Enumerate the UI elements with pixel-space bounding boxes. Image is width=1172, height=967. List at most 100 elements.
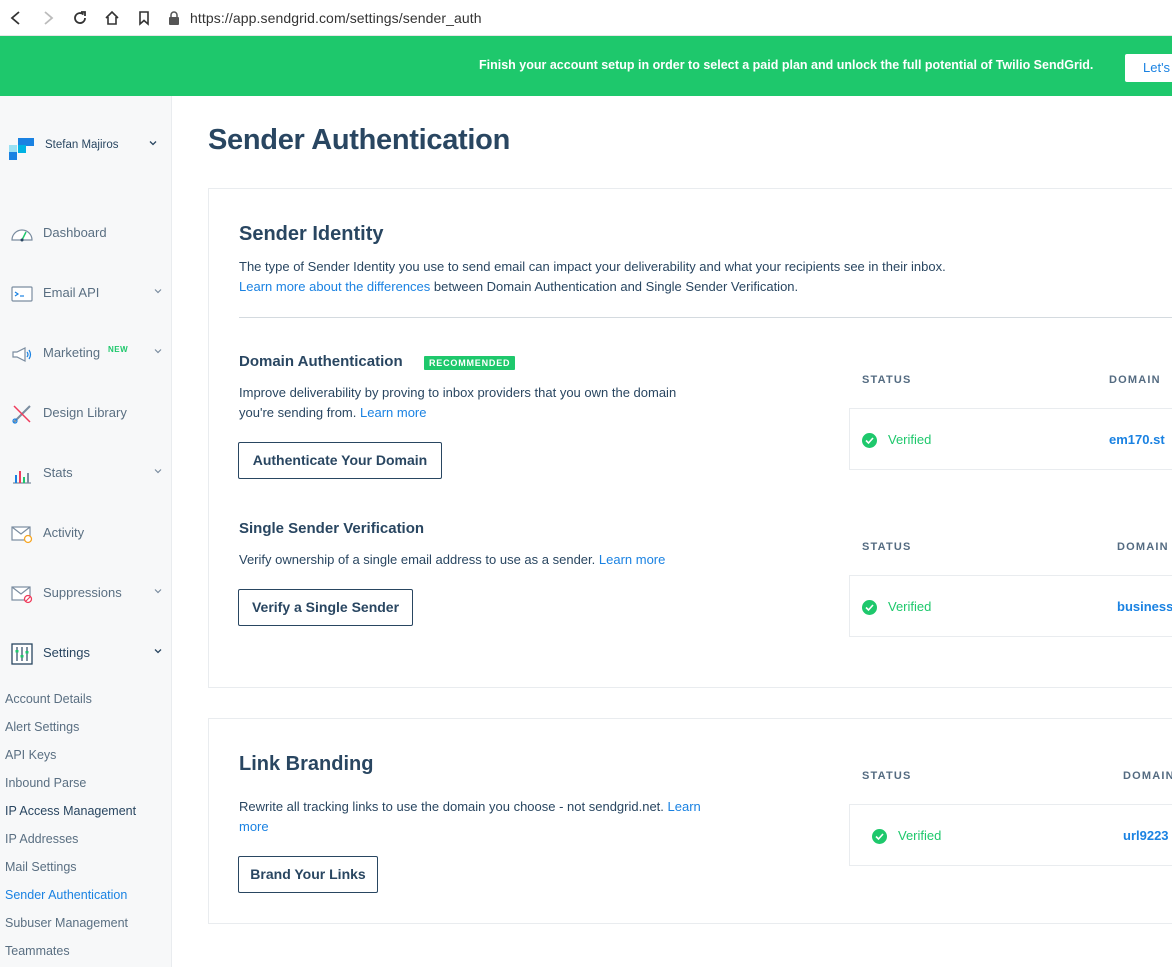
new-badge: NEW bbox=[108, 345, 129, 354]
settings-sub-mail-settings[interactable]: Mail Settings bbox=[5, 860, 77, 874]
sidebar-item-dashboard[interactable]: Dashboard bbox=[0, 214, 172, 254]
sidebar-item-label: Stats bbox=[43, 465, 73, 480]
link-branding-domain-link[interactable]: url9223 bbox=[1123, 828, 1169, 843]
status-column-header: STATUS bbox=[862, 770, 912, 782]
settings-sub-account-details[interactable]: Account Details bbox=[5, 692, 92, 706]
single-sender-description: Verify ownership of a single email addre… bbox=[239, 552, 596, 567]
settings-sub-sender-authentication[interactable]: Sender Authentication bbox=[5, 888, 127, 902]
home-button[interactable] bbox=[96, 0, 128, 36]
link-branding-more-link[interactable]: more bbox=[239, 819, 269, 834]
single-sender-title: Single Sender Verification bbox=[239, 520, 425, 537]
settings-sub-ip-addresses[interactable]: IP Addresses bbox=[5, 832, 78, 846]
chevron-down-icon bbox=[154, 589, 162, 594]
account-name: Stefan Majiros bbox=[45, 139, 119, 151]
lock-icon bbox=[169, 10, 179, 25]
banner-cta-button[interactable]: Let's bbox=[1125, 54, 1172, 82]
account-switcher[interactable]: Stefan Majiros bbox=[0, 96, 172, 196]
domain-auth-status: Verified bbox=[888, 432, 932, 447]
authenticate-domain-button[interactable]: Authenticate Your Domain bbox=[238, 442, 442, 479]
section-divider bbox=[239, 317, 1172, 318]
browser-toolbar: https://app.sendgrid.com/settings/sender… bbox=[0, 0, 1172, 36]
link-branding-learn-link[interactable]: Learn bbox=[668, 799, 701, 814]
settings-sub-subuser-management[interactable]: Subuser Management bbox=[5, 916, 128, 930]
link-branding-description-1: Rewrite all tracking links to use the do… bbox=[239, 797, 701, 817]
url-text: https://app.sendgrid.com/settings/sender… bbox=[190, 9, 482, 26]
settings-sub-alert-settings[interactable]: Alert Settings bbox=[5, 720, 79, 734]
status-column-header: STATUS bbox=[862, 541, 912, 553]
settings-sub-teammates[interactable]: Teammates bbox=[5, 944, 70, 958]
reload-icon bbox=[74, 10, 86, 24]
check-circle-icon bbox=[862, 433, 877, 448]
learn-more-suffix: between Domain Authentication and Single… bbox=[430, 279, 799, 294]
bookmark-button[interactable] bbox=[128, 0, 160, 36]
sidebar-item-email-api[interactable]: Email API bbox=[0, 274, 172, 314]
sidebar-item-label: Settings bbox=[43, 645, 90, 660]
design-library-icon bbox=[12, 405, 31, 424]
check-circle-icon bbox=[872, 829, 887, 844]
page-title: Sender Authentication bbox=[208, 124, 510, 156]
brand-your-links-button[interactable]: Brand Your Links bbox=[238, 856, 378, 893]
sidebar-item-settings[interactable]: Settings bbox=[0, 634, 172, 674]
recommended-badge: RECOMMENDED bbox=[424, 356, 516, 370]
bookmark-icon bbox=[139, 10, 149, 26]
single-sender-description-line: Verify ownership of a single email addre… bbox=[239, 550, 665, 570]
domain-auth-domain-link[interactable]: em170.st bbox=[1109, 432, 1165, 447]
link-branding-description-2: more bbox=[239, 817, 269, 837]
sidebar-item-label: Suppressions bbox=[43, 585, 122, 600]
chevron-down-icon bbox=[154, 349, 162, 354]
domain-column-header: DOMAIN bbox=[1117, 541, 1169, 553]
link-branding-status: Verified bbox=[898, 828, 942, 843]
sidebar-item-marketing[interactable]: Marketing NEW bbox=[0, 334, 172, 374]
sidebar-item-label: Activity bbox=[43, 525, 85, 540]
single-sender-learn-more-link[interactable]: Learn more bbox=[599, 552, 665, 567]
sidebar: Stefan Majiros Dashboard Email API Marke… bbox=[0, 96, 172, 967]
sidebar-item-design-library[interactable]: Design Library bbox=[0, 394, 172, 434]
stats-chart-icon bbox=[13, 471, 31, 484]
check-circle-icon bbox=[862, 600, 877, 615]
sender-identity-learn-line: Learn more about the differences between… bbox=[239, 277, 798, 297]
sidebar-item-label: Email API bbox=[43, 285, 100, 300]
chevron-down-icon bbox=[154, 469, 162, 474]
link-branding-description: Rewrite all tracking links to use the do… bbox=[239, 799, 664, 814]
back-arrow-icon bbox=[10, 10, 20, 25]
sidebar-item-label: Marketing bbox=[43, 345, 101, 360]
sendgrid-logo-icon bbox=[9, 138, 35, 160]
forward-arrow-icon bbox=[44, 10, 54, 25]
domain-column-header: DOMAIN bbox=[1109, 374, 1161, 386]
sidebar-item-suppressions[interactable]: Suppressions bbox=[0, 574, 172, 614]
single-sender-domain-link[interactable]: business bbox=[1117, 599, 1172, 614]
sidebar-item-label: Dashboard bbox=[43, 225, 107, 240]
link-branding-title: Link Branding bbox=[239, 753, 374, 775]
domain-auth-description-text: you're sending from. bbox=[239, 405, 357, 420]
status-column-header: STATUS bbox=[862, 374, 912, 386]
settings-sub-api-keys[interactable]: API Keys bbox=[5, 748, 56, 762]
sidebar-item-activity[interactable]: Activity bbox=[0, 514, 172, 554]
settings-sub-ip-access-management[interactable]: IP Access Management bbox=[5, 804, 136, 818]
forward-button[interactable] bbox=[32, 0, 64, 36]
home-icon bbox=[105, 10, 119, 25]
chevron-down-icon bbox=[154, 649, 162, 654]
domain-column-header: DOMAIN bbox=[1123, 770, 1172, 782]
domain-auth-title: Domain Authentication bbox=[239, 353, 403, 370]
single-sender-status: Verified bbox=[888, 599, 932, 614]
chevron-down-icon bbox=[149, 141, 157, 146]
account-setup-banner: Finish your account setup in order to se… bbox=[0, 36, 1172, 96]
email-api-icon bbox=[11, 286, 33, 302]
sidebar-item-label: Design Library bbox=[43, 405, 127, 420]
sidebar-item-stats[interactable]: Stats bbox=[0, 454, 172, 494]
settings-sliders-icon bbox=[11, 643, 33, 665]
back-button[interactable] bbox=[0, 0, 32, 36]
megaphone-icon bbox=[12, 347, 32, 362]
domain-auth-learn-more-link[interactable]: Learn more bbox=[360, 405, 426, 420]
learn-more-differences-link[interactable]: Learn more about the differences bbox=[239, 279, 430, 294]
settings-sub-inbound-parse[interactable]: Inbound Parse bbox=[5, 776, 86, 790]
domain-auth-description-2: you're sending from. Learn more bbox=[239, 403, 426, 423]
chevron-down-icon bbox=[154, 289, 162, 294]
address-bar[interactable]: https://app.sendgrid.com/settings/sender… bbox=[168, 10, 482, 26]
domain-auth-description-1: Improve deliverability by proving to inb… bbox=[239, 385, 677, 400]
reload-button[interactable] bbox=[64, 0, 96, 36]
activity-icon bbox=[11, 526, 33, 544]
banner-text: Finish your account setup in order to se… bbox=[479, 58, 1094, 72]
verify-single-sender-button[interactable]: Verify a Single Sender bbox=[238, 589, 413, 626]
suppressions-icon bbox=[11, 586, 33, 604]
